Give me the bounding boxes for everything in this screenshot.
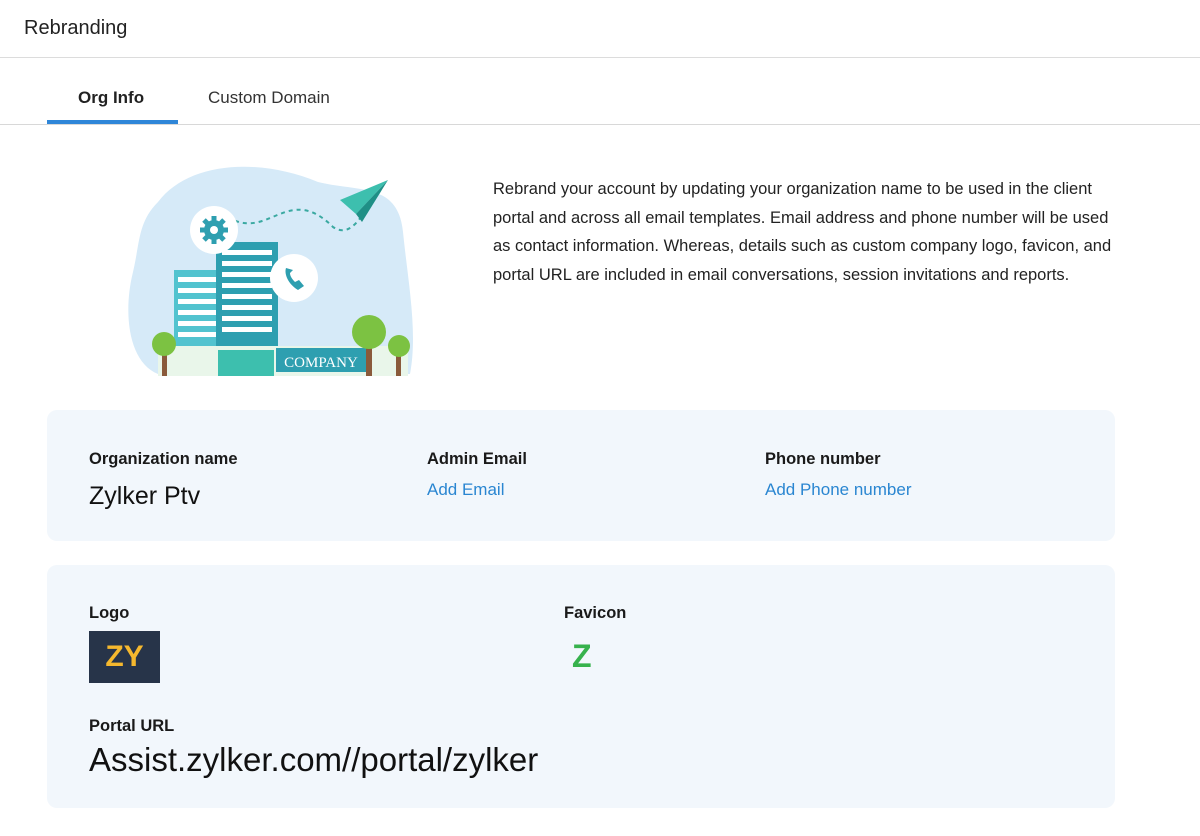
tab-bar: Org Info Custom Domain xyxy=(0,58,1200,125)
company-logo[interactable]: ZY xyxy=(89,631,160,683)
tab-org-info[interactable]: Org Info xyxy=(78,88,144,108)
branding-card: Logo ZY Favicon Z Portal URL Assist.zylk… xyxy=(47,565,1115,808)
company-building-illustration: COMPANY xyxy=(128,166,413,376)
org-name-label: Organization name xyxy=(89,450,238,468)
phone-number-label: Phone number xyxy=(765,450,881,468)
add-phone-number-link[interactable]: Add Phone number xyxy=(765,480,912,500)
company-sign: COMPANY xyxy=(284,355,358,371)
org-name-value: Zylker Ptv xyxy=(89,482,201,510)
add-email-link[interactable]: Add Email xyxy=(427,480,504,500)
favicon-image[interactable]: Z xyxy=(572,638,592,675)
logo-label: Logo xyxy=(89,604,130,622)
tab-custom-domain[interactable]: Custom Domain xyxy=(208,88,330,108)
phone-icon xyxy=(270,254,318,302)
app-header: Rebranding xyxy=(0,0,1200,58)
admin-email-label: Admin Email xyxy=(427,450,527,468)
portal-url-label: Portal URL xyxy=(89,717,175,735)
gear-icon xyxy=(190,206,238,254)
favicon-label: Favicon xyxy=(564,604,627,622)
org-info-card: Organization name Zylker Ptv Admin Email… xyxy=(47,410,1115,541)
rebranding-description: Rebrand your account by updating your or… xyxy=(493,180,1112,284)
active-tab-indicator xyxy=(47,120,178,124)
page-title: Rebranding xyxy=(24,17,128,39)
portal-url-value: Assist.zylker.com//portal/zylker xyxy=(89,741,539,778)
